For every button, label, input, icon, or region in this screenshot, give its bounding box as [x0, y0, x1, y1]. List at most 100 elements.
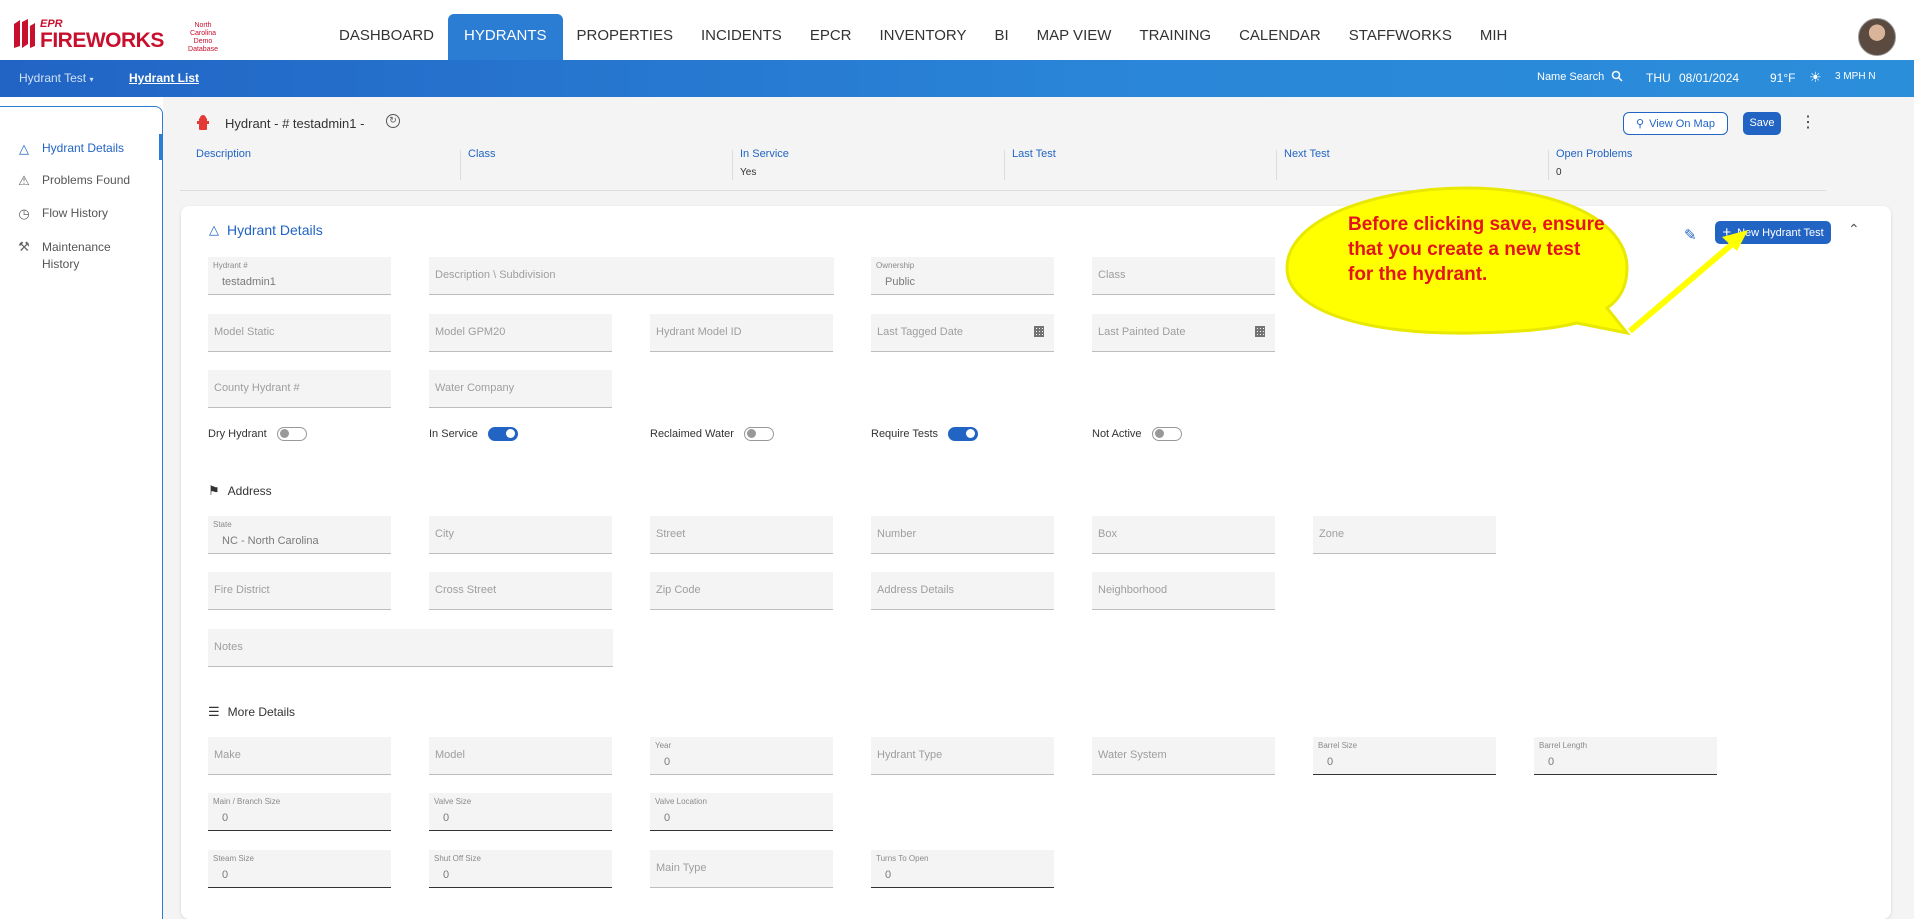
field-value: 0 — [664, 812, 671, 824]
zip-code-field[interactable]: Zip Code — [650, 572, 833, 610]
detail-sidebar: △ Hydrant Details ⚠ Problems Found ◷ Flo… — [0, 106, 163, 919]
hydrant-number-field[interactable]: Hydrant # testadmin1 — [208, 257, 391, 295]
last-tagged-date-field[interactable]: Last Tagged Date — [871, 314, 1054, 352]
not-active-toggle-row: Not Active — [1092, 427, 1182, 441]
zone-field[interactable]: Zone — [1313, 516, 1496, 554]
fireworks-logo[interactable]: EPR FIREWORKS — [12, 18, 164, 52]
in-service-toggle[interactable] — [487, 427, 518, 441]
dry-hydrant-toggle[interactable] — [276, 427, 307, 441]
barrel-size-field[interactable]: Barrel Size 0 — [1313, 737, 1496, 775]
toggle-label: In Service — [429, 428, 478, 440]
shut-off-size-field[interactable]: Shut Off Size 0 — [429, 850, 612, 888]
field-value: 0 — [1327, 756, 1334, 768]
view-on-map-button[interactable]: ⚲ View On Map — [1623, 112, 1728, 135]
field-value: testadmin1 — [222, 276, 276, 288]
nav-incidents[interactable]: INCIDENTS — [687, 14, 796, 60]
main-type-field[interactable]: Main Type — [650, 850, 833, 888]
last-painted-date-field[interactable]: Last Painted Date — [1092, 314, 1275, 352]
ownership-field[interactable]: Ownership Public — [871, 257, 1054, 295]
address-details-field[interactable]: Address Details — [871, 572, 1054, 610]
page-title: Hydrant - # testadmin1 - — [225, 116, 365, 131]
state-field[interactable]: State NC - North Carolina — [208, 516, 391, 554]
valve-size-field[interactable]: Valve Size 0 — [429, 793, 612, 831]
field-label: Turns To Open — [876, 854, 929, 863]
field-value: 0 — [664, 756, 671, 768]
field-label: Hydrant # — [213, 261, 248, 270]
summary-description: Description — [180, 148, 251, 182]
notes-field[interactable]: Notes — [208, 629, 613, 667]
nav-mih[interactable]: MIH — [1466, 14, 1522, 60]
steam-size-field[interactable]: Steam Size 0 — [208, 850, 391, 888]
hydrant-list-link[interactable]: Hydrant List — [129, 71, 199, 85]
nav-properties[interactable]: PROPERTIES — [563, 14, 687, 60]
water-system-field[interactable]: Water System — [1092, 737, 1275, 775]
sidebar-item-label: Flow History — [42, 206, 109, 220]
year-field[interactable]: Year 0 — [650, 737, 833, 775]
nav-dashboard[interactable]: DASHBOARD — [325, 14, 448, 60]
nav-bi[interactable]: BI — [980, 14, 1022, 60]
nav-inventory[interactable]: INVENTORY — [866, 14, 981, 60]
scrollbar[interactable] — [1900, 106, 1910, 919]
nav-hydrants[interactable]: HYDRANTS — [448, 14, 563, 60]
number-field[interactable]: Number — [871, 516, 1054, 554]
hydrant-model-id-field[interactable]: Hydrant Model ID — [650, 314, 833, 352]
field-placeholder: Water Company — [435, 382, 515, 394]
hydrant-type-field[interactable]: Hydrant Type — [871, 737, 1054, 775]
sidebar-item-problems-found[interactable]: ⚠ Problems Found — [16, 173, 130, 189]
view-on-map-label: View On Map — [1649, 117, 1715, 130]
chevron-up-icon[interactable]: ⌃ — [1848, 221, 1860, 238]
street-field[interactable]: Street — [650, 516, 833, 554]
hydrant-test-dropdown-label: Hydrant Test — [19, 71, 87, 85]
calendar-icon[interactable] — [1255, 326, 1265, 337]
callout-text: Before clicking save, ensure that you cr… — [1348, 214, 1605, 285]
reclaimed-water-toggle[interactable] — [743, 427, 774, 441]
nav-map-view[interactable]: MAP VIEW — [1023, 14, 1126, 60]
model-gpm20-field[interactable]: Model GPM20 — [429, 314, 612, 352]
field-placeholder: Last Painted Date — [1098, 326, 1186, 338]
sidebar-item-label: Maintenance History — [42, 240, 111, 271]
turns-to-open-field[interactable]: Turns To Open 0 — [871, 850, 1054, 888]
description-field[interactable]: Description \ Subdivision — [429, 257, 834, 295]
fire-district-field[interactable]: Fire District — [208, 572, 391, 610]
field-placeholder: Cross Street — [435, 584, 497, 596]
more-options-icon[interactable]: ⋮ — [1800, 114, 1816, 132]
sidebar-item-label: Problems Found — [42, 173, 131, 187]
not-active-toggle[interactable] — [1151, 427, 1182, 441]
sidebar-item-flow-history[interactable]: ◷ Flow History — [16, 206, 108, 222]
county-hydrant-field[interactable]: County Hydrant # — [208, 370, 391, 408]
valve-location-field[interactable]: Valve Location 0 — [650, 793, 833, 831]
model-static-field[interactable]: Model Static — [208, 314, 391, 352]
neighborhood-field[interactable]: Neighborhood — [1092, 572, 1275, 610]
nav-epcr[interactable]: EPCR — [796, 14, 866, 60]
avatar[interactable] — [1858, 18, 1896, 56]
barrel-length-field[interactable]: Barrel Length 0 — [1534, 737, 1717, 775]
field-value: 0 — [443, 812, 450, 824]
cross-street-field[interactable]: Cross Street — [429, 572, 612, 610]
field-placeholder: Hydrant Model ID — [656, 326, 742, 338]
water-company-field[interactable]: Water Company — [429, 370, 612, 408]
main-branch-size-field[interactable]: Main / Branch Size 0 — [208, 793, 391, 831]
name-search-link[interactable]: Name Search — [1537, 71, 1604, 83]
save-button[interactable]: Save — [1743, 112, 1781, 135]
toggle-label: Not Active — [1092, 428, 1142, 440]
search-icon[interactable] — [1611, 70, 1623, 85]
sidebar-item-maintenance-history[interactable]: ⚒ Maintenance History — [16, 239, 136, 273]
chevron-down-icon: ▾ — [89, 75, 94, 84]
require-tests-toggle[interactable] — [948, 427, 979, 441]
hydrant-test-dropdown[interactable]: Hydrant Test ▾ — [19, 71, 94, 85]
nav-training[interactable]: TRAINING — [1125, 14, 1225, 60]
sidebar-item-hydrant-details[interactable]: △ Hydrant Details — [16, 141, 124, 157]
box-field[interactable]: Box — [1092, 516, 1275, 554]
field-placeholder: Water System — [1098, 749, 1167, 761]
nav-calendar[interactable]: CALENDAR — [1225, 14, 1335, 60]
class-field[interactable]: Class — [1092, 257, 1275, 295]
make-field[interactable]: Make — [208, 737, 391, 775]
field-value: Public — [885, 276, 915, 288]
field-placeholder: Main Type — [656, 862, 707, 874]
calendar-icon[interactable] — [1034, 326, 1044, 337]
model-field[interactable]: Model — [429, 737, 612, 775]
city-field[interactable]: City — [429, 516, 612, 554]
history-icon[interactable]: ↻ — [386, 114, 400, 128]
field-value: 0 — [443, 869, 450, 881]
nav-staffworks[interactable]: STAFFWORKS — [1335, 14, 1466, 60]
